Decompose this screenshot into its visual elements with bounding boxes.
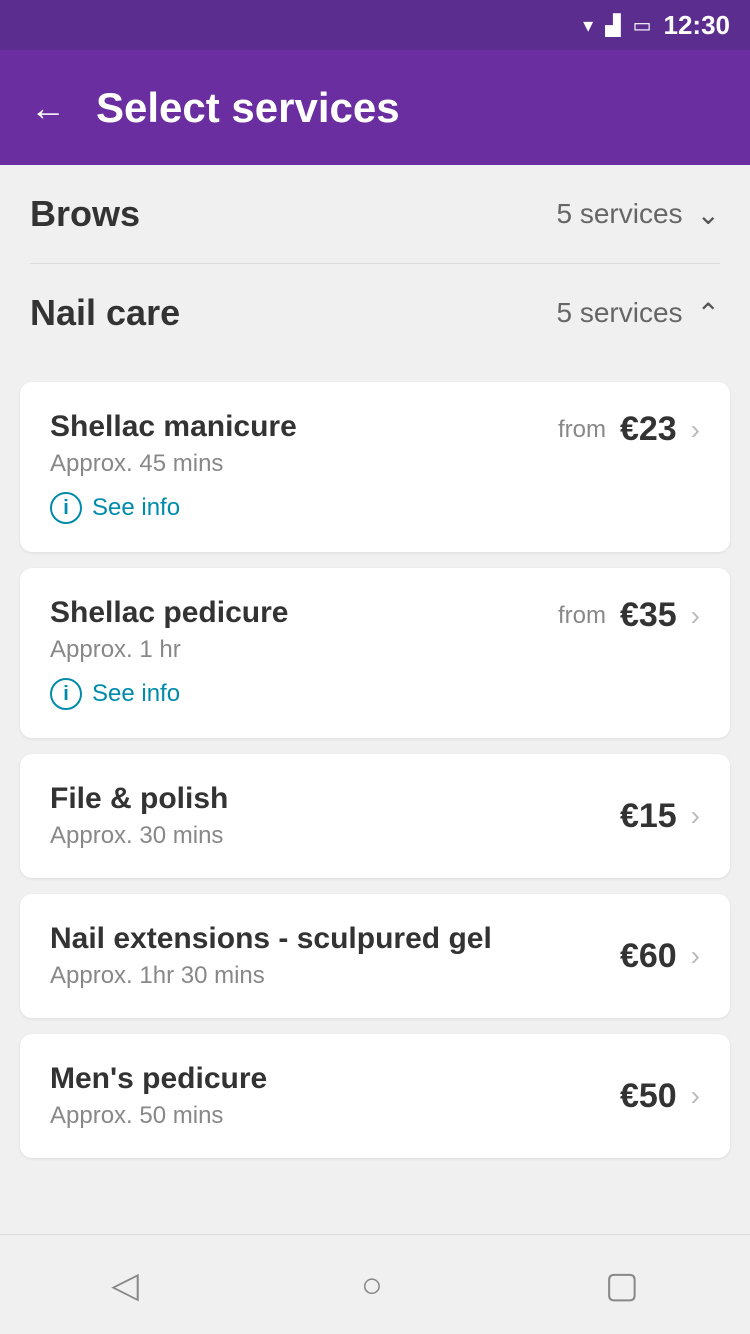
nail-care-section-header[interactable]: Nail care 5 services ⌃	[0, 264, 750, 362]
battery-icon: ▭	[633, 13, 652, 38]
service-card-shellac-manicure[interactable]: Shellac manicure Approx. 45 mins from €2…	[20, 382, 730, 552]
chevron-right-icon: ›	[691, 1080, 700, 1112]
service-price-right: €50 ›	[620, 1077, 700, 1116]
service-price-right: from €35 ›	[558, 596, 700, 635]
nail-care-service-count: 5 services	[556, 297, 682, 329]
service-from-label: from	[558, 416, 606, 444]
service-name: Men's pedicure	[50, 1062, 620, 1096]
service-price: €50	[620, 1077, 677, 1116]
see-info-row[interactable]: i See info	[50, 492, 180, 524]
service-price: €15	[620, 797, 677, 836]
status-bar: ▾ ▟ ▭ 12:30	[0, 0, 750, 50]
content-area: Brows 5 services ⌄ Nail care 5 services …	[0, 165, 750, 1288]
service-info-left: Men's pedicure Approx. 50 mins	[50, 1062, 620, 1130]
service-price: €60	[620, 937, 677, 976]
brows-section-meta: 5 services ⌄	[556, 198, 720, 231]
service-card-nail-extensions[interactable]: Nail extensions - sculpured gel Approx. …	[20, 894, 730, 1018]
status-time: 12:30	[664, 10, 731, 41]
service-card-shellac-pedicure[interactable]: Shellac pedicure Approx. 1 hr from €35 ›…	[20, 568, 730, 738]
service-duration: Approx. 1hr 30 mins	[50, 962, 620, 990]
service-duration: Approx. 1 hr	[50, 636, 558, 664]
service-info-left: Shellac manicure Approx. 45 mins	[50, 410, 558, 478]
service-price-right: €15 ›	[620, 797, 700, 836]
service-info-left: File & polish Approx. 30 mins	[50, 782, 620, 850]
brows-service-count: 5 services	[556, 198, 682, 230]
chevron-right-icon: ›	[691, 414, 700, 446]
service-duration: Approx. 50 mins	[50, 1102, 620, 1130]
nail-care-section-title: Nail care	[30, 292, 180, 334]
see-info-row[interactable]: i See info	[50, 678, 180, 710]
service-name: Nail extensions - sculpured gel	[50, 922, 620, 956]
service-info-left: Nail extensions - sculpured gel Approx. …	[50, 922, 620, 990]
chevron-right-icon: ›	[691, 600, 700, 632]
info-icon: i	[50, 492, 82, 524]
wifi-icon: ▾	[583, 13, 593, 38]
service-price: €35	[620, 596, 677, 635]
service-price: €23	[620, 410, 677, 449]
service-duration: Approx. 30 mins	[50, 822, 620, 850]
service-info-left: Shellac pedicure Approx. 1 hr	[50, 596, 558, 664]
nav-back-icon[interactable]: ◁	[111, 1264, 139, 1306]
see-info-label: See info	[92, 494, 180, 522]
info-icon: i	[50, 678, 82, 710]
service-from-label: from	[558, 602, 606, 630]
service-card-top: Shellac manicure Approx. 45 mins from €2…	[50, 410, 700, 478]
nav-recents-icon[interactable]: ▢	[605, 1264, 639, 1306]
signal-icon: ▟	[605, 13, 620, 38]
brows-chevron-down-icon: ⌄	[697, 198, 720, 231]
nav-home-icon[interactable]: ○	[361, 1264, 383, 1306]
see-info-label: See info	[92, 680, 180, 708]
app-header: ← Select services	[0, 50, 750, 165]
service-card-top: Shellac pedicure Approx. 1 hr from €35 ›	[50, 596, 700, 664]
service-name: File & polish	[50, 782, 620, 816]
bottom-nav: ◁ ○ ▢	[0, 1234, 750, 1334]
nail-care-chevron-up-icon: ⌃	[697, 297, 720, 330]
service-duration: Approx. 45 mins	[50, 450, 558, 478]
chevron-right-icon: ›	[691, 800, 700, 832]
brows-section-header[interactable]: Brows 5 services ⌄	[0, 165, 750, 263]
service-card-mens-pedicure[interactable]: Men's pedicure Approx. 50 mins €50 ›	[20, 1034, 730, 1158]
service-name: Shellac pedicure	[50, 596, 558, 630]
service-price-right: from €23 ›	[558, 410, 700, 449]
page-title: Select services	[96, 84, 400, 132]
brows-section-title: Brows	[30, 193, 140, 235]
services-list: Shellac manicure Approx. 45 mins from €2…	[0, 362, 750, 1178]
nail-care-section-meta: 5 services ⌃	[556, 297, 720, 330]
chevron-right-icon: ›	[691, 940, 700, 972]
service-name: Shellac manicure	[50, 410, 558, 444]
service-price-right: €60 ›	[620, 937, 700, 976]
back-button[interactable]: ←	[30, 87, 66, 129]
service-card-file-polish[interactable]: File & polish Approx. 30 mins €15 ›	[20, 754, 730, 878]
